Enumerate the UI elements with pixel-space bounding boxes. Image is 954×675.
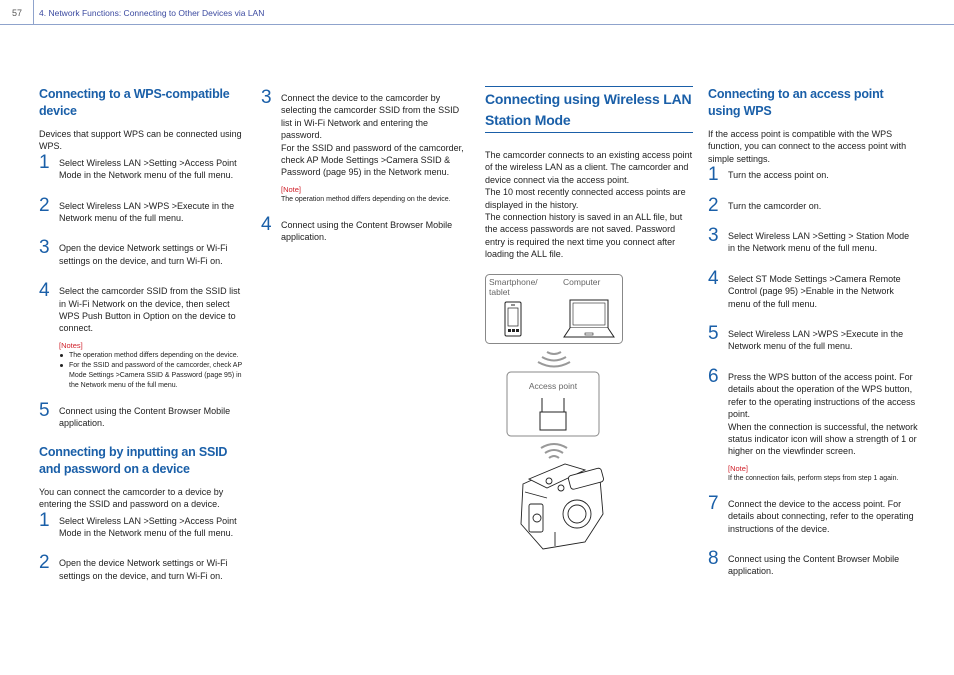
step-text: Connect the device to the camcorder by s… (281, 93, 464, 178)
step: 4 Connect using the Content Browser Mobi… (261, 214, 471, 244)
step-text: Select Wireless LAN >Setting > Station M… (728, 231, 910, 254)
step-number: 4 (708, 267, 719, 289)
section-intro: If the access point is compatible with t… (708, 129, 907, 164)
step-number: 2 (39, 194, 50, 216)
section-title-station-mode: Connecting using Wireless LAN Station Mo… (485, 91, 692, 128)
step: 5 Connect using the Content Browser Mobi… (39, 400, 249, 430)
step-number: 6 (708, 365, 719, 387)
column-3: Connecting using Wireless LAN Station Mo… (485, 86, 693, 261)
step-text: Select Wireless LAN >Setting >Access Poi… (59, 157, 237, 181)
header-divider (33, 0, 34, 24)
step-text: Select ST Mode Settings >Camera Remote C… (728, 273, 901, 309)
step-text: Select the camcorder SSID from the SSID … (59, 286, 241, 334)
devices-box: Smartphone/ tablet Computer (485, 274, 623, 344)
smartphone-label: Smartphone/ tablet (489, 277, 540, 297)
step: 6 Press the WPS button of the access poi… (708, 366, 918, 458)
step-number: 8 (708, 547, 719, 569)
note-label: [Note] (728, 463, 749, 473)
page-number: 57 (12, 8, 23, 18)
wifi-signal-icon (537, 351, 571, 368)
step-text: Connect the device to the access point. … (728, 498, 914, 534)
step-text: Connect using the Content Browser Mobile… (728, 553, 900, 577)
laptop-icon (563, 299, 615, 338)
step-text: Open the device Network settings or Wi-F… (59, 243, 228, 266)
step: 1 Select Wireless LAN >Setting >Access P… (39, 152, 249, 182)
step-number: 1 (39, 509, 50, 531)
note-text: If the connection fails, perform steps f… (728, 474, 899, 482)
section-intro: Devices that support WPS can be connecte… (39, 129, 242, 152)
computer-label: Computer (563, 277, 600, 287)
step-number: 3 (261, 87, 272, 108)
step-text: Connect using the Content Browser Mobile… (281, 219, 453, 243)
section-intro: You can connect the camcorder to a devic… (39, 486, 224, 510)
page-header: 57 4. Network Functions: Connecting to O… (0, 0, 954, 25)
note-block: [Note] If the connection fails, perform … (708, 464, 918, 484)
column-2: 3 Connect the device to the camcorder by… (261, 88, 471, 244)
section-header-box: Connecting using Wireless LAN Station Mo… (485, 86, 693, 133)
step-number: 3 (39, 237, 50, 259)
step: 2 Turn the camcorder on. (708, 195, 918, 215)
column-1: Connecting to a WPS-compatible device De… (39, 86, 249, 582)
chapter-title: 4. Network Functions: Connecting to Othe… (39, 8, 265, 18)
section-title-ap-wps: Connecting to an access point using WPS (708, 87, 884, 118)
router-icon (539, 398, 567, 431)
step-number: 4 (39, 280, 50, 302)
step: 1 Select Wireless LAN >Setting >Access P… (39, 510, 249, 540)
step: 7 Connect the device to the access point… (708, 493, 918, 535)
step-text: Turn the camcorder on. (728, 200, 822, 211)
step: 8 Connect using the Content Browser Mobi… (708, 548, 918, 578)
step-number: 3 (708, 225, 719, 247)
smartphone-label-line1: Smartphone/ (489, 277, 538, 287)
step: 4 Select ST Mode Settings >Camera Remote… (708, 268, 918, 310)
note-text: The operation method differs depending o… (281, 195, 451, 203)
step: 3 Open the device Network settings or Wi… (39, 238, 249, 267)
access-point-label: Access point (529, 381, 578, 391)
step-number: 5 (708, 323, 719, 345)
step: 3 Connect the device to the camcorder by… (261, 88, 471, 179)
step: 1 Turn the access point on. (708, 165, 918, 185)
note-item: The operation method differs depending o… (60, 351, 249, 361)
step-text: Select Wireless LAN >WPS >Execute in the… (728, 329, 904, 352)
column-4: Connecting to an access point using WPS … (708, 86, 918, 578)
smartphone-label-line2: tablet (489, 287, 510, 297)
step-number: 2 (39, 552, 50, 574)
section-title-ssid-password: Connecting by inputting an SSID and pass… (39, 444, 228, 476)
step-number: 5 (39, 399, 50, 421)
step-number: 1 (39, 151, 50, 173)
step: 2 Open the device Network settings or Wi… (39, 553, 249, 582)
section-title-wps-device: Connecting to a WPS-compatible device (39, 87, 230, 118)
step-number: 7 (708, 492, 719, 514)
section-body: The camcorder connects to an existing ac… (485, 150, 693, 260)
step-text: Open the device Network settings or Wi-F… (59, 558, 228, 581)
step: 2 Select Wireless LAN >WPS >Execute in t… (39, 195, 249, 225)
step: 4 Select the camcorder SSID from the SSI… (39, 281, 249, 335)
step-text: Select Wireless LAN >WPS >Execute in the… (59, 200, 235, 224)
step-number: 1 (708, 164, 719, 186)
step-number: 2 (708, 194, 719, 216)
access-point-box: Access point (506, 371, 600, 437)
note-label: [Note] (281, 184, 302, 194)
notes-label: [Notes] (59, 340, 83, 350)
station-mode-diagram: Smartphone/ tablet Computer Access point (485, 274, 623, 550)
step: 5 Select Wireless LAN >WPS >Execute in t… (708, 324, 918, 353)
step-text: Connect using the Content Browser Mobile… (59, 405, 231, 429)
notes-block: [Notes] The operation method differs dep… (39, 341, 249, 391)
note-item: For the SSID and password of the camcord… (60, 361, 249, 391)
step: 3 Select Wireless LAN >Setting > Station… (708, 226, 918, 255)
step-text: Select Wireless LAN >Setting >Access Poi… (59, 515, 237, 538)
camcorder-icon (520, 463, 604, 550)
step-number: 4 (261, 213, 272, 235)
wifi-signal-icon (540, 443, 568, 459)
step-text: Press the WPS button of the access point… (728, 371, 918, 457)
note-block: [Note] The operation method differs depe… (261, 185, 471, 205)
step-text: Turn the access point on. (728, 170, 829, 181)
smartphone-icon (504, 301, 522, 337)
